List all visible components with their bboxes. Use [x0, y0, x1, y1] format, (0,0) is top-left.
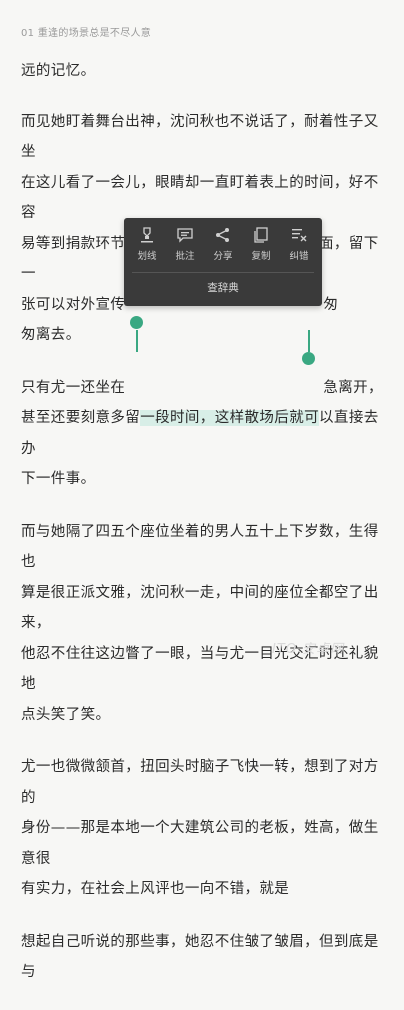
correction-label: 纠错	[289, 251, 309, 262]
text-fragment: 匆	[323, 296, 339, 313]
copy-label: 复制	[251, 251, 271, 262]
selection-start-bar	[136, 330, 138, 352]
underline-icon	[141, 227, 153, 243]
underline-button[interactable]: 划线	[129, 226, 165, 272]
paragraph: 而与她隔了四五个座位坐着的男人五十上下岁数，生得也 算是很正派文雅，沈问秋一走，…	[21, 517, 385, 731]
text-line: 尤一也微微颔首，扭回头时脑子飞快一转，想到了对方的	[21, 759, 379, 806]
note-icon	[177, 228, 193, 243]
share-icon	[216, 228, 229, 242]
text-line: 甚至还要刻意多留一段时间，这样散场后就可以直接去办	[21, 403, 385, 464]
reader-content[interactable]: 远的记忆。 而见她盯着舞台出神，沈问秋也不说话了，耐着性子又坐 在这儿看了一会儿…	[21, 56, 385, 1010]
text-line: 只有尤一还坐在 急离开，	[21, 373, 385, 404]
popup-actions: 划线 批注 分享 复制 纠错	[124, 218, 322, 272]
text-fragment: 只有尤一还坐在	[21, 379, 126, 396]
selection-start-handle[interactable]	[130, 316, 143, 329]
watermark: ITO 安卓网	[272, 642, 345, 657]
share-button[interactable]: 分享	[205, 226, 241, 272]
paragraph: 尤一也微微颔首，扭回头时脑子飞快一转，想到了对方的 身份——那是本地一个大建筑公…	[21, 752, 385, 905]
underline-label: 划线	[137, 251, 157, 262]
text-line: 算是很正派文雅，沈问秋一走，中间的座位全都空了出来，	[21, 584, 379, 632]
selection-end-bar	[308, 330, 310, 352]
text-fragment: 急离开，	[323, 379, 383, 396]
dictionary-lookup-button[interactable]: 查辞典	[124, 273, 322, 303]
text-fragment: 甚至还要刻意多留	[21, 410, 141, 426]
selected-text[interactable]: 一段时间，这样散场后就可	[140, 410, 320, 426]
text-line: 想起自己听说的那些事，她忍不住皱了皱眉，但到底是与	[21, 933, 379, 981]
text-line: 远的记忆。	[21, 63, 96, 79]
copy-icon	[254, 227, 268, 243]
text-line: 而见她盯着舞台出神，沈问秋也不说话了，耐着性子又坐	[21, 113, 379, 161]
text-line: 点头笑了笑。	[21, 706, 111, 723]
share-label: 分享	[213, 251, 233, 262]
chapter-title: 01 重逢的场景总是不尽人意	[21, 28, 152, 39]
text-fragment: 张可以对外宣传	[21, 296, 126, 313]
text-line: 身份——那是本地一个大建筑公司的老板，姓高，做生意很	[21, 820, 379, 867]
correction-icon	[292, 229, 307, 242]
text-line: 匆离去。	[21, 327, 81, 343]
note-label: 批注	[175, 251, 195, 262]
text-line: 而与她隔了四五个座位坐着的男人五十上下岁数，生得也	[21, 523, 379, 571]
paragraph: 想起自己听说的那些事，她忍不住皱了皱眉，但到底是与	[21, 927, 385, 988]
selection-end-handle[interactable]	[302, 352, 315, 365]
selection-popup-menu: 划线 批注 分享 复制 纠错 查辞典	[124, 218, 322, 306]
text-line: 有实力，在社会上风评也一向不错，就是	[21, 881, 290, 897]
note-button[interactable]: 批注	[167, 226, 203, 272]
text-line: 下一件事。	[21, 471, 96, 487]
paragraph: 远的记忆。	[21, 56, 385, 87]
paragraph: 只有尤一还坐在 急离开， 甚至还要刻意多留一段时间，这样散场后就可以直接去办 下一…	[21, 373, 385, 495]
correction-button[interactable]: 纠错	[281, 226, 317, 272]
copy-button[interactable]: 复制	[243, 226, 279, 272]
